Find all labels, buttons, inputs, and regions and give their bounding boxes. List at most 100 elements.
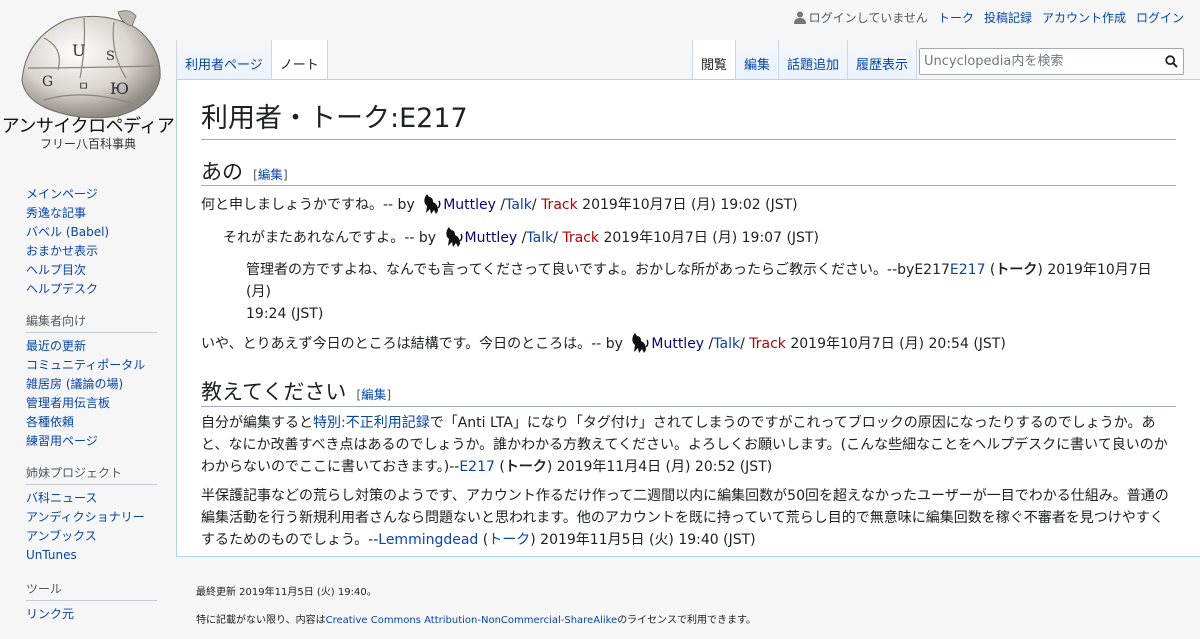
sidebar-sister-projects: 姉妹プロジェクト バ科ニュース アンディクショナリー アンブックス UnTune… (26, 464, 157, 565)
footer-last-modified: 最終更新 2019年11月5日 (火) 19:40。 (196, 587, 377, 598)
tab-history-label: 履歴表示 (856, 58, 909, 73)
sidebar-item-what-links-here[interactable]: リンク元 (26, 607, 74, 621)
create-account-link[interactable]: アカウント作成 (1042, 9, 1126, 26)
site-logo[interactable]: U S G Ю ㅁ アンサイクロペディア フリー八百科事典 (0, 0, 176, 160)
sidebar-item-untunes[interactable]: UnTunes (26, 548, 77, 562)
namespace-tabs: 利用者ページ ノート (176, 40, 328, 80)
not-logged-in-status: ログインしていません (793, 9, 928, 26)
tab-user-page-label: 利用者ページ (185, 58, 263, 73)
login-link[interactable]: ログイン (1136, 9, 1184, 26)
tab-read[interactable]: 閲覧 (692, 40, 736, 80)
tab-talk-label: ノート (279, 58, 319, 73)
search-icon (1164, 55, 1178, 68)
sidebar-item-main-page[interactable]: メインページ (26, 187, 98, 201)
main-content: 利用者・トーク:E217 あの [編集] 何と申しましょうかですね。-- by M… (176, 79, 1200, 557)
tab-edit[interactable]: 編集 (735, 40, 779, 80)
user-link-lemmingdead[interactable]: Lemmingdead (378, 532, 478, 548)
sidebar-heading-tools: ツール (26, 580, 157, 601)
sidebar-item-babel[interactable]: バベル (Babel) (26, 225, 109, 239)
comment-3: 管理者の方ですよね、なんでも言ってくださって良いですよ。おかしな所があったらご教… (246, 259, 1176, 325)
cat-icon (632, 333, 649, 354)
sidebar-item-help-contents[interactable]: ヘルプ目次 (26, 263, 86, 277)
tab-edit-label: 編集 (744, 58, 771, 73)
footer-license-text: 特に記載がない限り、内容は (196, 615, 326, 626)
sidebar-item-admin-noticeboard[interactable]: 管理者用伝言板 (26, 396, 110, 410)
sidebar-heading-editors: 編集者向け (26, 312, 157, 333)
user-talk-link[interactable]: トーク (995, 262, 1037, 278)
license-link[interactable]: Creative Commons Attribution-NonCommerci… (326, 615, 618, 626)
personal-tools: ログインしていません トーク 投稿記録 アカウント作成 ログイン (793, 9, 1184, 26)
timestamp: 2019年10月7日 (月) 19:02 (JST) (582, 197, 798, 214)
sidebar-item-featured[interactable]: 秀逸な記事 (26, 206, 86, 220)
sidebar-item-dictionary[interactable]: アンディクショナリー (26, 510, 145, 524)
user-talk-link[interactable]: トーク (505, 459, 547, 475)
timestamp: 2019年10月7日 (月) 19:07 (JST) (603, 230, 819, 247)
signature-by: -- by (404, 230, 437, 247)
svg-text:U: U (72, 41, 85, 60)
tab-add-topic-label: 話題追加 (787, 58, 840, 73)
comment-text: いや、とりあえず今日のところは結構です。今日のところは。 (201, 336, 592, 353)
section-edit-bracket: [編集] (253, 167, 288, 183)
tab-user-page[interactable]: 利用者ページ (176, 40, 271, 80)
section-heading-2: 教えてください [編集] (201, 379, 1176, 407)
tab-history[interactable]: 履歴表示 (847, 40, 918, 80)
comment-text: それがまたあれなんですよ。 (223, 230, 405, 247)
comment-1: 何と申しましょうかですね。-- by Muttley /Talk/ Track … (201, 193, 1176, 216)
sidebar-item-community-portal[interactable]: コミュニティポータル (26, 358, 145, 372)
answer-text: 半保護記事などの荒らし対策のようです、アカウント作るだけ作って二週間以内に編集回… (201, 487, 1169, 504)
question-text: 自分が編集すると (201, 414, 313, 431)
abuse-log-link[interactable]: 特別:不正利用記録 (313, 415, 430, 431)
sidebar-item-sandbox[interactable]: 練習用ページ (26, 434, 98, 448)
site-tagline: フリー八百科事典 (39, 137, 136, 151)
search-box (919, 48, 1184, 75)
sidebar-item-requests[interactable]: 各種依頼 (26, 415, 74, 429)
sidebar-item-books[interactable]: アンブックス (26, 529, 97, 543)
contributions-link[interactable]: 投稿記録 (984, 9, 1032, 26)
sidebar-item-news[interactable]: バ科ニュース (26, 491, 97, 505)
tab-read-label: 閲覧 (701, 58, 728, 73)
section-title-2: 教えてください (201, 380, 347, 405)
search-button[interactable] (1159, 50, 1183, 74)
search-input[interactable] (920, 49, 1159, 74)
sidebar-item-village-pump[interactable]: 雑居房 (議論の場) (26, 377, 123, 391)
question-text: で「Anti LTA」になり「タグ付け」されてしまうのですがこれってブロックの原… (429, 414, 1156, 431)
view-tabs: 閲覧 編集 話題追加 履歴表示 (692, 40, 918, 80)
sidebar-navigation: メインページ 秀逸な記事 バベル (Babel) おまかせ表示 ヘルプ目次 ヘル… (26, 185, 157, 299)
not-logged-in-label: ログインしていません (808, 11, 928, 25)
talk-link[interactable]: Talk (713, 336, 740, 352)
signature-by: -- by (383, 197, 415, 214)
sidebar-item-random[interactable]: おまかせ表示 (26, 244, 98, 258)
sidebar-item-recent-changes[interactable]: 最近の更新 (26, 339, 86, 353)
footer-license: 特に記載がない限り、内容はCreative Commons Attributio… (196, 611, 756, 626)
user-link-e217[interactable]: E217 (459, 459, 495, 475)
user-link-muttley[interactable]: Muttley (651, 336, 704, 352)
sidebar-heading-sister: 姉妹プロジェクト (26, 464, 157, 485)
track-link[interactable]: Track (562, 230, 599, 246)
timestamp: 2019年10月7日 (月) 20:54 (JST) (790, 336, 1006, 353)
section-edit-link-2[interactable]: 編集 (361, 387, 386, 402)
comment-4: いや、とりあえず今日のところは結構です。今日のところは。-- by Muttle… (201, 332, 1176, 355)
track-link[interactable]: Track (541, 197, 578, 213)
user-talk-link[interactable]: トーク (488, 532, 530, 548)
svg-text:ㅁ: ㅁ (78, 79, 89, 93)
user-link-muttley[interactable]: Muttley (443, 197, 496, 213)
footer-license-text: のライセンスで利用できます。 (617, 615, 756, 626)
answer-text: するためのものでしょう。-- (201, 531, 379, 548)
answer-text: 編集活動を行う新規利用者さんなら問題ないと思われます。他のアカウントを既に持って… (201, 509, 1164, 526)
talk-link[interactable]: Talk (526, 230, 553, 246)
user-link-e217[interactable]: E217 (950, 262, 986, 278)
user-link-muttley[interactable]: Muttley (465, 230, 518, 246)
track-link[interactable]: Track (749, 336, 786, 352)
answer-paragraph: 半保護記事などの荒らし対策のようです、アカウント作るだけ作って二週間以内に編集回… (201, 485, 1176, 551)
tab-talk[interactable]: ノート (270, 40, 328, 80)
svg-text:Ю: Ю (110, 79, 129, 98)
question-paragraph: 自分が編集すると特別:不正利用記録で「Anti LTA」になり「タグ付け」されて… (201, 412, 1176, 478)
section-edit-link-1[interactable]: 編集 (258, 167, 283, 182)
comment-2: それがまたあれなんですよ。-- by Muttley /Talk/ Track … (223, 226, 1176, 249)
timestamp: 2019年11月4日 (月) 20:52 (JST) (556, 458, 773, 475)
personal-talk-link[interactable]: トーク (938, 9, 974, 26)
sidebar-editors: 編集者向け 最近の更新 コミュニティポータル 雑居房 (議論の場) 管理者用伝言… (26, 312, 157, 451)
sidebar-item-help-desk[interactable]: ヘルプデスク (26, 282, 98, 296)
tab-add-topic[interactable]: 話題追加 (778, 40, 848, 80)
talk-link[interactable]: Talk (505, 197, 532, 213)
